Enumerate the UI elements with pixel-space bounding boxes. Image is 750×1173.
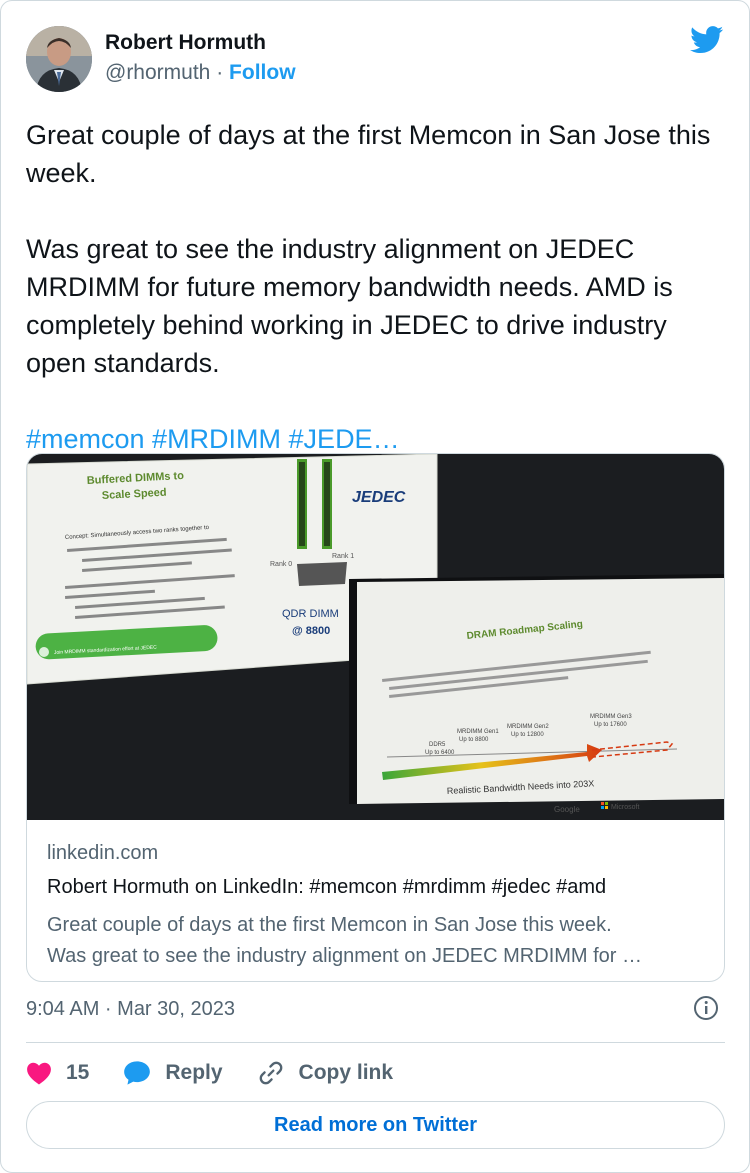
reply-label: Reply — [165, 1061, 223, 1084]
jedec-logo: JEDEC — [352, 489, 406, 506]
author-handle[interactable]: @rhormuth — [105, 61, 210, 84]
ddr5-b: MRDIMM Gen1 — [457, 729, 499, 735]
read-more-button[interactable]: Read more on Twitter — [26, 1101, 725, 1149]
link-domain: linkedin.com — [47, 842, 159, 864]
link-info: linkedin.com Robert Hormuth on LinkedIn:… — [47, 842, 707, 972]
reply-icon — [124, 1061, 151, 1085]
like-count: 15 — [66, 1061, 90, 1084]
link-preview-card[interactable]: Buffered DIMMs to Scale Speed JEDEC Conc… — [26, 453, 725, 982]
tweet-paragraph: Great couple of days at the first Memcon… — [26, 120, 711, 188]
divider — [26, 1042, 725, 1043]
like-button[interactable]: 15 — [26, 1061, 89, 1085]
ddr5-d: MRDIMM Gen3 — [590, 714, 632, 720]
svg-text:Up to 17600: Up to 17600 — [594, 722, 627, 728]
qdr-speed: @ 8800 — [292, 625, 330, 637]
copy-link-label: Copy link — [298, 1061, 394, 1084]
rank1-label: Rank 1 — [332, 553, 354, 560]
separator: · — [216, 61, 224, 84]
link-title: Robert Hormuth on LinkedIn: #memcon #mrd… — [47, 876, 607, 898]
action-bar: 15 Reply Copy link — [26, 1057, 427, 1089]
tweet-text: Great couple of days at the first Memcon… — [26, 116, 731, 458]
svg-text:DDR5: DDR5 — [429, 742, 446, 748]
link-description-line: Was great to see the industry alignment … — [47, 945, 643, 967]
heart-icon — [27, 1062, 51, 1085]
ddr5-c: MRDIMM Gen2 — [507, 724, 549, 730]
copy-link-button[interactable]: Copy link — [257, 1059, 394, 1087]
timestamp[interactable]: 9:04 AM · Mar 30, 2023 — [26, 998, 235, 1021]
twitter-bird-icon[interactable] — [690, 26, 724, 54]
svg-text:Microsoft: Microsoft — [611, 804, 639, 811]
link-description-line: Great couple of days at the first Memcon… — [47, 914, 612, 936]
info-icon[interactable] — [693, 995, 719, 1021]
link-description: Great couple of days at the first Memcon… — [47, 910, 707, 972]
handle-row: @rhormuth · Follow — [105, 61, 296, 85]
google-logo: Google — [554, 805, 580, 814]
reply-button[interactable]: Reply — [123, 1060, 223, 1086]
svg-text:Up to 8800: Up to 8800 — [459, 737, 489, 743]
qdr-label: QDR DIMM — [282, 608, 339, 620]
svg-text:Up to 12800: Up to 12800 — [511, 732, 544, 738]
link-icon — [259, 1061, 282, 1085]
rank0-label: Rank 0 — [270, 561, 292, 568]
avatar[interactable] — [26, 26, 92, 92]
tweet-card: Robert Hormuth @rhormuth · Follow Great … — [0, 0, 750, 1173]
tweet-paragraph: Was great to see the industry alignment … — [26, 234, 673, 378]
follow-link[interactable]: Follow — [229, 61, 296, 84]
author-name[interactable]: Robert Hormuth — [105, 31, 266, 55]
link-preview-image: Buffered DIMMs to Scale Speed JEDEC Conc… — [27, 454, 724, 820]
